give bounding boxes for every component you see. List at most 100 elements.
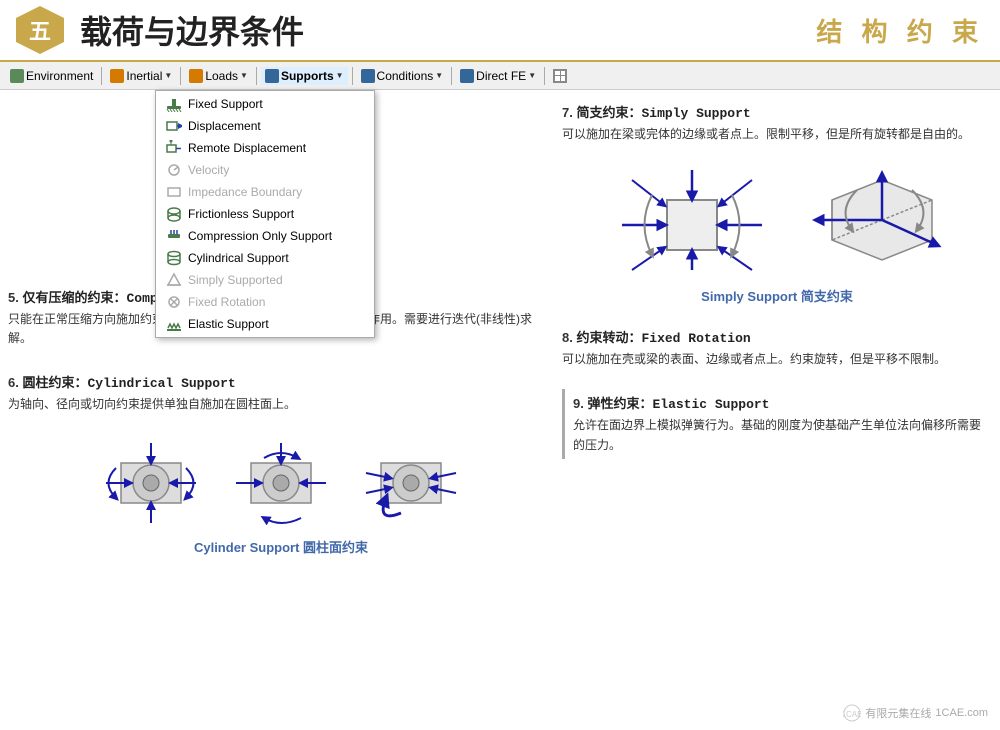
compression-icon [166, 228, 182, 244]
inertial-arrow: ▼ [164, 71, 172, 80]
toolbar-conditions-label: Conditions [377, 69, 434, 83]
menu-simply-supported: Simply Supported [156, 269, 374, 291]
simply-section: 7. 简支约束：Simply Support 可以施加在梁或完体的边缘或者点上。… [562, 98, 992, 148]
right-column: 7. 简支约束：Simply Support 可以施加在梁或完体的边缘或者点上。… [562, 98, 992, 722]
conditions-arrow: ▼ [435, 71, 443, 80]
toolbar-conditions[interactable]: Conditions ▼ [357, 67, 448, 85]
menu-displacement[interactable]: Displacement [156, 115, 374, 137]
watermark-icon: 1CAE [843, 704, 861, 722]
menu-compression-label: Compression Only Support [188, 229, 332, 243]
remote-displacement-icon [166, 140, 182, 156]
toolbar-sep-4 [352, 67, 353, 85]
simply-body: 可以施加在梁或完体的边缘或者点上。限制平移，但是所有旋转都是自由的。 [562, 125, 992, 144]
menu-fixed-rotation: Fixed Rotation [156, 291, 374, 313]
menu-cylindrical-label: Cylindrical Support [188, 251, 289, 265]
supports-arrow: ▼ [336, 71, 344, 80]
simply-support-fig2 [802, 160, 942, 280]
toolbar-supports[interactable]: Supports ▼ [261, 67, 348, 85]
toolbar-sep-3 [256, 67, 257, 85]
watermark: 1CAE 有限元集在线 1CAE.com [843, 704, 988, 722]
elastic-section: 9. 弹性约束：Elastic Support 允许在面边界上模拟弹簧行为。基础… [562, 389, 992, 458]
velocity-icon [166, 162, 182, 178]
menu-frictionless-label: Frictionless Support [188, 207, 294, 221]
directfe-arrow: ▼ [528, 71, 536, 80]
page-header: 五 载荷与边界条件 结 构 约 束 [0, 0, 1000, 62]
fixed-rotation-section: 8. 约束转动：Fixed Rotation 可以施加在壳或梁的表面、边缘或者点… [562, 323, 992, 373]
elastic-body: 允许在面边界上模拟弹簧行为。基础的刚度为使基础产生单位法向偏移所需要的压力。 [573, 416, 992, 454]
fixed-rotation-icon [166, 294, 182, 310]
menu-remote-displacement[interactable]: Remote Displacement [156, 137, 374, 159]
toolbar-environment[interactable]: Environment [6, 67, 97, 85]
toolbar-loads[interactable]: Loads ▼ [185, 67, 252, 85]
inertial-icon [110, 69, 124, 83]
fixed-rotation-title: 8. 约束转动：Fixed Rotation [562, 327, 992, 346]
elastic-icon [166, 316, 182, 332]
menu-elastic-support[interactable]: Elastic Support [156, 313, 374, 335]
toolbar: Environment Inertial ▼ Loads ▼ Supports … [0, 62, 1000, 90]
menu-displacement-label: Displacement [188, 119, 261, 133]
toolbar-sep-5 [451, 67, 452, 85]
cylinder-tangential-svg [356, 433, 466, 533]
page-title: 载荷与边界条件 [80, 7, 816, 53]
env-icon [10, 69, 24, 83]
cylinder-label: Cylinder Support 圆柱面约束 [194, 537, 368, 556]
simply-title: 7. 简支约束：Simply Support [562, 102, 992, 121]
menu-fixed-rotation-label: Fixed Rotation [188, 295, 265, 309]
frictionless-icon [166, 206, 182, 222]
menu-compression-only[interactable]: Compression Only Support [156, 225, 374, 247]
page-subtitle: 结 构 约 束 [816, 12, 984, 49]
cylindrical-icon [166, 250, 182, 266]
conditions-icon [361, 69, 375, 83]
toolbar-grid-btn[interactable] [549, 67, 571, 85]
simply-support-area: Simply Support 简支约束 [562, 156, 992, 309]
toolbar-inertial[interactable]: Inertial ▼ [106, 67, 176, 85]
fixed-rotation-body: 可以施加在壳或梁的表面、边缘或者点上。约束旋转，但是平移不限制。 [562, 350, 992, 369]
elastic-num: 9. [573, 396, 584, 411]
menu-velocity: Velocity [156, 159, 374, 181]
toolbar-environment-label: Environment [26, 69, 93, 83]
directfe-icon [460, 69, 474, 83]
section-badge: 五 [16, 6, 64, 54]
menu-remote-displacement-label: Remote Displacement [188, 141, 306, 155]
menu-frictionless[interactable]: Frictionless Support [156, 203, 374, 225]
menu-simply-supported-label: Simply Supported [188, 273, 283, 287]
fixed-rotation-num: 8. [562, 330, 573, 345]
menu-impedance-label: Impedance Boundary [188, 185, 302, 199]
simply-supported-icon [166, 272, 182, 288]
toolbar-directfe-label: Direct FE [476, 69, 526, 83]
main-content: 5. 仅有压缩的约束：Compression Only Support 只能在正… [0, 90, 1000, 730]
elastic-title-text: 弹性约束：Elastic Support [587, 397, 769, 412]
elastic-title: 9. 弹性约束：Elastic Support [573, 393, 992, 412]
cylindrical-num: 6. [8, 375, 19, 390]
toolbar-directfe[interactable]: Direct FE ▼ [456, 67, 540, 85]
menu-cylindrical[interactable]: Cylindrical Support [156, 247, 374, 269]
cylindrical-title-text: 圆柱约束：Cylindrical Support [22, 376, 235, 391]
cylindrical-title: 6. 圆柱约束：Cylindrical Support [8, 372, 554, 391]
fixed-rotation-title-text: 约束转动：Fixed Rotation [576, 331, 750, 346]
dropdown-menu: Fixed Support Displacement Remote Displa… [155, 90, 375, 338]
toolbar-loads-label: Loads [205, 69, 238, 83]
cylindrical-body: 为轴向、径向或切向约束提供单独自施加在圆柱面上。 [8, 395, 554, 414]
simply-title-text: 简支约束：Simply Support [576, 106, 750, 121]
cylinder-area: Cylinder Support 圆柱面约束 [8, 433, 554, 556]
menu-fixed-support[interactable]: Fixed Support [156, 93, 374, 115]
displacement-icon [166, 118, 182, 134]
menu-velocity-label: Velocity [188, 163, 229, 177]
watermark-site: 1CAE.com [935, 707, 988, 719]
toolbar-sep-2 [180, 67, 181, 85]
watermark-label: 有限元集在线 [865, 705, 931, 721]
loads-icon [189, 69, 203, 83]
simply-num: 7. [562, 105, 573, 120]
cylindrical-section: 6. 圆柱约束：Cylindrical Support 为轴向、径向或切向约束提… [8, 368, 554, 418]
toolbar-sep-6 [544, 67, 545, 85]
menu-impedance: Impedance Boundary [156, 181, 374, 203]
simply-support-fig1 [612, 160, 772, 280]
cylinder-figures [96, 433, 466, 533]
toolbar-supports-label: Supports [281, 69, 334, 83]
impedance-icon [166, 184, 182, 200]
simply-label: Simply Support 简支约束 [701, 286, 853, 305]
toolbar-inertial-label: Inertial [126, 69, 162, 83]
svg-text:1CAE: 1CAE [843, 710, 861, 719]
support-figures [612, 160, 942, 280]
cylinder-radial-svg [226, 433, 336, 533]
